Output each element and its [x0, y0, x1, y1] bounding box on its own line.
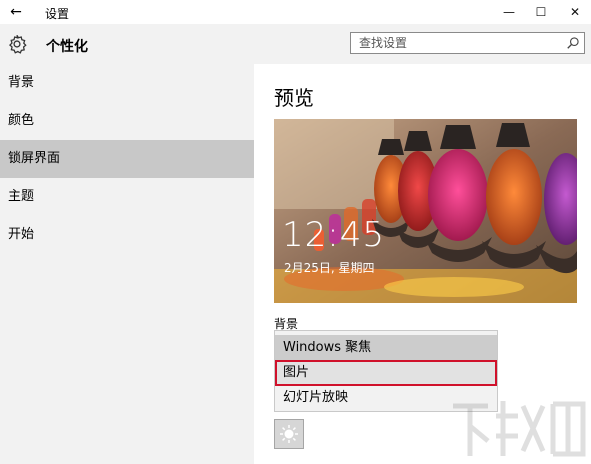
close-button[interactable]: ✕: [559, 0, 591, 24]
window-title: 设置: [45, 7, 70, 21]
gear-icon: [9, 34, 27, 54]
search-icon[interactable]: [566, 36, 580, 50]
back-arrow-icon: ←: [10, 4, 22, 20]
close-icon: ✕: [569, 5, 581, 19]
brightness-button[interactable]: [274, 419, 304, 449]
preview-clock: 12:45: [282, 215, 385, 255]
dropdown-option-label: Windows 聚焦: [283, 340, 372, 355]
sidebar-item-label: 锁屏界面: [8, 151, 61, 166]
back-button[interactable]: ←: [0, 0, 32, 24]
search-input[interactable]: [351, 33, 569, 53]
title-bar: ← 设置 — ☐ ✕: [0, 0, 591, 24]
dropdown-option-label: 图片: [283, 365, 310, 380]
settings-header: 个性化: [0, 24, 591, 64]
preview-date: 2月25日, 星期四: [284, 261, 375, 275]
sidebar: 背景 颜色 锁屏界面 主题 开始: [0, 64, 254, 464]
sidebar-item-lock-screen[interactable]: 锁屏界面: [0, 140, 254, 178]
minimize-icon: —: [503, 5, 515, 19]
search-box[interactable]: [350, 32, 585, 54]
maximize-icon: ☐: [535, 5, 547, 19]
sidebar-item-label: 开始: [8, 227, 35, 242]
dropdown-option-picture[interactable]: 图片: [275, 360, 497, 386]
page-title: 个性化: [46, 39, 88, 55]
dropdown-option-label: 幻灯片放映: [283, 390, 349, 405]
sidebar-item-themes[interactable]: 主题: [0, 178, 254, 216]
dropdown-option-windows-spotlight[interactable]: Windows 聚焦: [275, 335, 497, 361]
section-title: 预览: [274, 86, 314, 110]
sidebar-item-label: 主题: [8, 189, 35, 204]
sidebar-item-background[interactable]: 背景: [0, 64, 254, 102]
lock-screen-preview: 12:45 2月25日, 星期四: [274, 119, 577, 303]
sidebar-item-start[interactable]: 开始: [0, 216, 254, 254]
sun-icon: [280, 425, 298, 443]
maximize-button[interactable]: ☐: [525, 0, 557, 24]
minimize-button[interactable]: —: [493, 0, 525, 24]
watermark-logo: [453, 401, 586, 457]
sidebar-item-label: 背景: [8, 75, 35, 90]
sidebar-item-colors[interactable]: 颜色: [0, 102, 254, 140]
sidebar-item-label: 颜色: [8, 113, 35, 128]
